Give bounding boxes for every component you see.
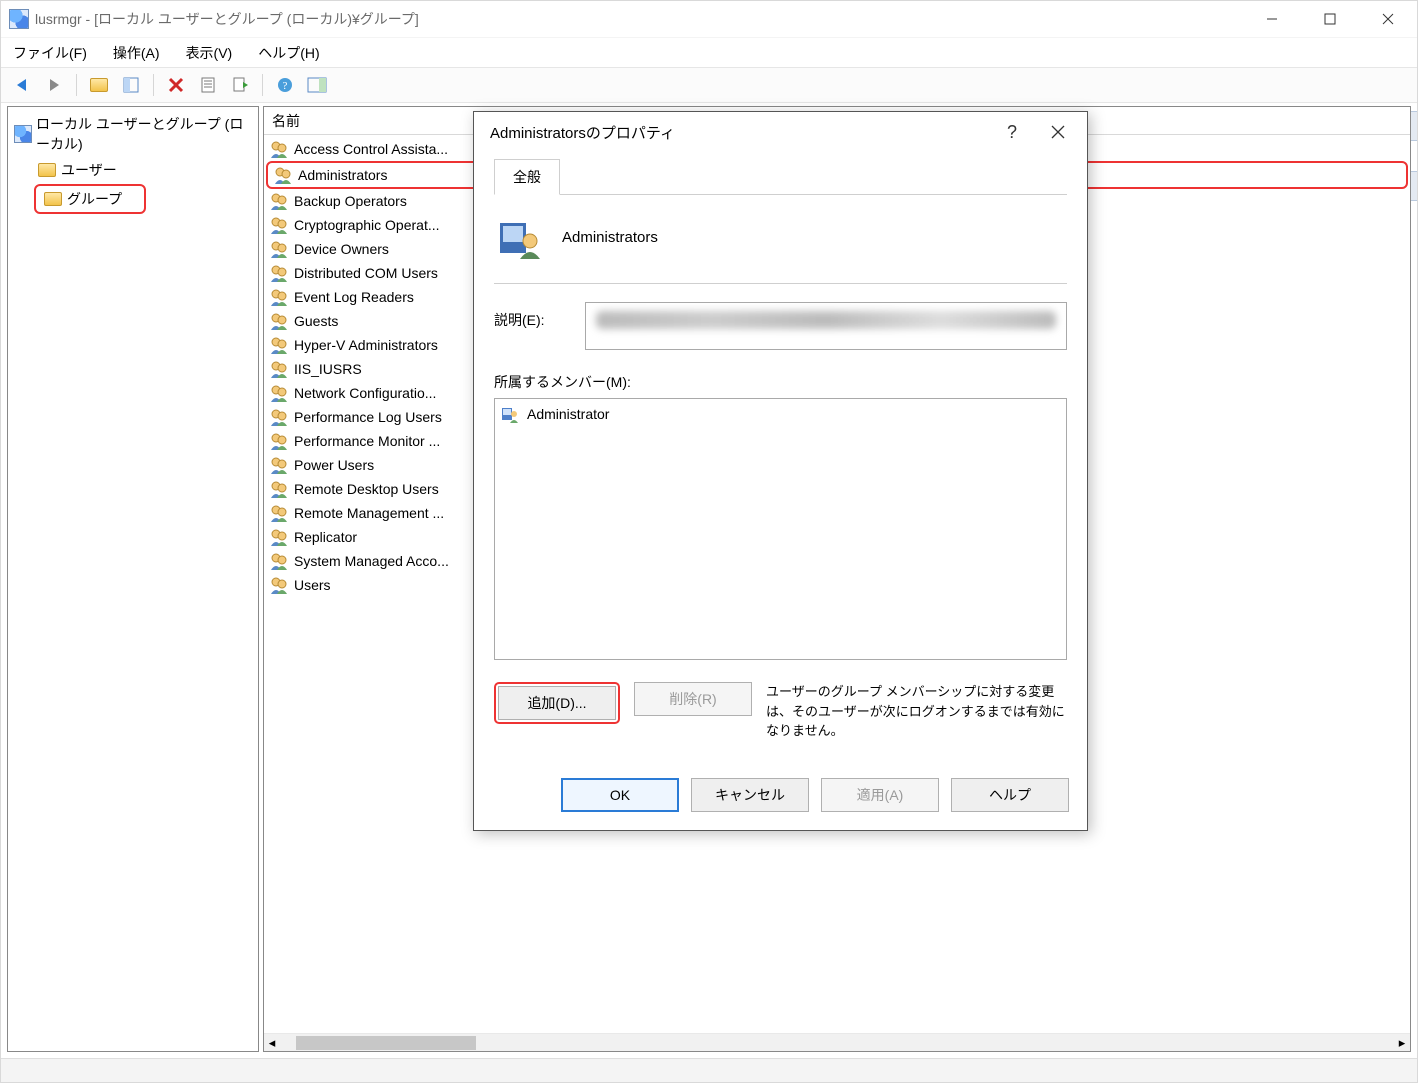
list-row-label: Administrators bbox=[298, 167, 387, 183]
cancel-button[interactable]: キャンセル bbox=[691, 778, 809, 812]
list-row-label: Guests bbox=[294, 313, 338, 329]
membership-note: ユーザーのグループ メンバーシップに対する変更は、そのユーザーが次にログオンする… bbox=[766, 682, 1067, 741]
list-row-label: Performance Monitor ... bbox=[294, 433, 440, 449]
menu-bar: ファイル(F) 操作(A) 表示(V) ヘルプ(H) bbox=[1, 37, 1417, 67]
tree-pane: ローカル ユーザーとグループ (ローカル) ユーザー グループ bbox=[7, 106, 259, 1052]
group-name: Administrators bbox=[562, 229, 658, 246]
apply-button: 適用(A) bbox=[821, 778, 939, 812]
members-label: 所属するメンバー(M): bbox=[494, 372, 1067, 392]
dialog-close-button[interactable] bbox=[1035, 116, 1081, 148]
group-icon bbox=[274, 166, 292, 184]
toolbar-action-pane-button[interactable] bbox=[304, 72, 330, 98]
window-close-button[interactable] bbox=[1359, 1, 1417, 37]
toolbar-folder-button[interactable] bbox=[86, 72, 112, 98]
list-horizontal-scrollbar[interactable]: ◂ ▸ bbox=[264, 1033, 1410, 1051]
group-icon bbox=[270, 456, 288, 474]
group-large-icon bbox=[498, 215, 542, 259]
list-row-label: Remote Desktop Users bbox=[294, 481, 439, 497]
group-icon bbox=[270, 288, 288, 306]
remove-button: 削除(R) bbox=[634, 682, 752, 716]
menu-view[interactable]: 表示(V) bbox=[186, 43, 233, 63]
user-icon bbox=[501, 405, 519, 423]
group-icon bbox=[270, 480, 288, 498]
status-bar bbox=[1, 1058, 1417, 1082]
tree-root[interactable]: ローカル ユーザーとグループ (ローカル) bbox=[10, 111, 256, 157]
dialog-title: Administratorsのプロパティ bbox=[490, 122, 989, 143]
lusrmgr-icon bbox=[14, 125, 32, 143]
nav-forward-button[interactable] bbox=[41, 72, 67, 98]
window-title: lusrmgr - [ローカル ユーザーとグループ (ローカル)¥グループ] bbox=[35, 9, 1243, 29]
description-label: 説明(E): bbox=[494, 302, 545, 330]
list-row-label: Power Users bbox=[294, 457, 374, 473]
window-minimize-button[interactable] bbox=[1243, 1, 1301, 37]
list-row-label: Cryptographic Operat... bbox=[294, 217, 440, 233]
add-button[interactable]: 追加(D)... bbox=[498, 686, 616, 720]
window-titlebar: lusrmgr - [ローカル ユーザーとグループ (ローカル)¥グループ] bbox=[1, 1, 1417, 37]
group-icon bbox=[270, 576, 288, 594]
svg-text:?: ? bbox=[283, 80, 288, 92]
member-name: Administrator bbox=[527, 406, 609, 422]
folder-icon bbox=[38, 163, 56, 177]
members-listbox[interactable]: Administrator bbox=[494, 398, 1067, 660]
list-row-label: Access Control Assista... bbox=[294, 141, 448, 157]
tree-node-groups-label: グループ bbox=[67, 189, 122, 209]
tree-node-groups[interactable]: グループ bbox=[34, 184, 146, 214]
ok-button[interactable]: OK bbox=[561, 778, 679, 812]
group-icon bbox=[270, 408, 288, 426]
toolbar-properties-button[interactable] bbox=[195, 72, 221, 98]
toolbar-pane-button[interactable] bbox=[118, 72, 144, 98]
nav-back-button[interactable] bbox=[9, 72, 35, 98]
dialog-help-button[interactable]: ? bbox=[989, 116, 1035, 148]
tree-node-users-label: ユーザー bbox=[61, 160, 117, 180]
menu-action[interactable]: 操作(A) bbox=[113, 43, 160, 63]
svg-text:?: ? bbox=[1007, 122, 1017, 142]
scrollbar-thumb[interactable] bbox=[296, 1036, 476, 1050]
toolbar-delete-button[interactable] bbox=[163, 72, 189, 98]
list-row-label: Replicator bbox=[294, 529, 357, 545]
properties-dialog: Administratorsのプロパティ ? 全般 Administrators… bbox=[473, 111, 1088, 831]
toolbar-export-button[interactable] bbox=[227, 72, 253, 98]
tree-node-users[interactable]: ユーザー bbox=[10, 157, 256, 183]
help-button[interactable]: ヘルプ bbox=[951, 778, 1069, 812]
app-icon bbox=[9, 9, 29, 29]
group-icon bbox=[270, 312, 288, 330]
menu-file[interactable]: ファイル(F) bbox=[13, 43, 87, 63]
group-icon bbox=[270, 264, 288, 282]
list-row-label: Device Owners bbox=[294, 241, 389, 257]
list-row-label: Remote Management ... bbox=[294, 505, 444, 521]
group-icon bbox=[270, 192, 288, 210]
list-row-label: Backup Operators bbox=[294, 193, 407, 209]
description-textbox[interactable] bbox=[585, 302, 1067, 350]
group-icon bbox=[270, 216, 288, 234]
list-row-label: Distributed COM Users bbox=[294, 265, 438, 281]
group-icon bbox=[270, 336, 288, 354]
toolbar-help-button[interactable]: ? bbox=[272, 72, 298, 98]
group-icon bbox=[270, 504, 288, 522]
toolbar: ? bbox=[1, 67, 1417, 103]
folder-icon bbox=[44, 192, 62, 206]
list-row-label: Performance Log Users bbox=[294, 409, 442, 425]
group-icon bbox=[270, 140, 288, 158]
list-row-label: Hyper-V Administrators bbox=[294, 337, 438, 353]
list-row-label: IIS_IUSRS bbox=[294, 361, 362, 377]
member-row[interactable]: Administrator bbox=[501, 405, 1060, 423]
group-icon bbox=[270, 552, 288, 570]
tab-general[interactable]: 全般 bbox=[494, 159, 560, 195]
group-icon bbox=[270, 528, 288, 546]
list-row-label: System Managed Acco... bbox=[294, 553, 449, 569]
list-row-label: Network Configuratio... bbox=[294, 385, 436, 401]
group-icon bbox=[270, 432, 288, 450]
menu-help[interactable]: ヘルプ(H) bbox=[258, 43, 319, 63]
list-row-label: Event Log Readers bbox=[294, 289, 414, 305]
window-maximize-button[interactable] bbox=[1301, 1, 1359, 37]
group-icon bbox=[270, 384, 288, 402]
group-icon bbox=[270, 360, 288, 378]
list-row-label: Users bbox=[294, 577, 331, 593]
group-icon bbox=[270, 240, 288, 258]
tree-root-label: ローカル ユーザーとグループ (ローカル) bbox=[36, 114, 252, 154]
